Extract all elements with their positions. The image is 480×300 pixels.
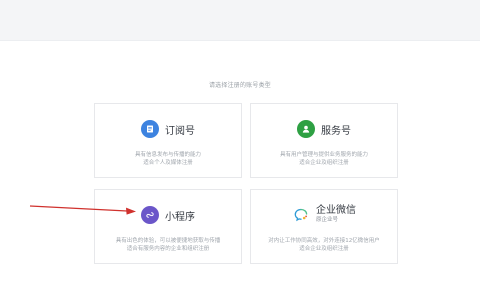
card-miniprogram-desc: 具有出色的体验，可以被便捷地获取与传播 适合有服务内容的企业和组织注册 <box>101 237 235 253</box>
card-service-desc-line1: 具有用户管理与提供业务服务的能力 <box>279 152 368 158</box>
top-header-bar <box>0 0 480 41</box>
enterprise-wechat-icon <box>292 206 310 224</box>
card-subscription[interactable]: 订阅号 具有信息发布与传播的能力 适合个人及媒体注册 <box>94 103 242 178</box>
person-icon <box>297 120 315 138</box>
card-service-head: 服务号 <box>251 120 397 138</box>
card-enterprise-title: 企业微信 <box>316 205 356 217</box>
card-service-title: 服务号 <box>321 125 351 137</box>
card-subscription-desc: 具有信息发布与传播的能力 适合个人及媒体注册 <box>101 151 235 167</box>
card-service-desc: 具有用户管理与提供业务服务的能力 适合企业及组织注册 <box>257 151 391 167</box>
card-miniprogram-desc-line2: 适合有服务内容的企业和组织注册 <box>126 246 210 252</box>
card-enterprise-desc-line1: 对内让工作协同高效，对外连接12亿微信用户 <box>268 238 380 244</box>
card-miniprogram[interactable]: 小程序 具有出色的体验，可以被便捷地获取与传播 适合有服务内容的企业和组织注册 <box>94 189 242 264</box>
card-subscription-desc-line1: 具有信息发布与传播的能力 <box>134 152 201 158</box>
card-enterprise-head: 企业微信 原企业号 <box>251 206 397 224</box>
card-miniprogram-head: 小程序 <box>95 206 241 224</box>
page-prompt: 请选择注册的账号类型 <box>208 82 271 89</box>
card-miniprogram-title: 小程序 <box>165 211 195 223</box>
card-enterprise-wechat[interactable]: 企业微信 原企业号 对内让工作协同高效，对外连接12亿微信用户 适合企业及组织注… <box>250 189 398 264</box>
card-service[interactable]: 服务号 具有用户管理与提供业务服务的能力 适合企业及组织注册 <box>250 103 398 178</box>
card-enterprise-desc-line2: 适合企业及组织注册 <box>299 246 349 252</box>
card-service-desc-line2: 适合企业及组织注册 <box>299 160 349 166</box>
document-icon <box>141 120 159 138</box>
card-enterprise-desc: 对内让工作协同高效，对外连接12亿微信用户 适合企业及组织注册 <box>257 237 391 253</box>
register-account-type-page: 请选择注册的账号类型 订阅号 具有信息发布与传播的能力 适合个人及媒体注册 服务… <box>0 0 480 300</box>
card-subscription-desc-line2: 适合个人及媒体注册 <box>143 160 193 166</box>
card-miniprogram-desc-line1: 具有出色的体验，可以被便捷地获取与传播 <box>115 238 221 244</box>
card-enterprise-title-group: 企业微信 原企业号 <box>316 206 356 224</box>
link-icon <box>141 206 159 224</box>
card-enterprise-subtitle: 原企业号 <box>316 217 339 224</box>
card-subscription-title: 订阅号 <box>165 125 195 137</box>
card-subscription-head: 订阅号 <box>95 120 241 138</box>
